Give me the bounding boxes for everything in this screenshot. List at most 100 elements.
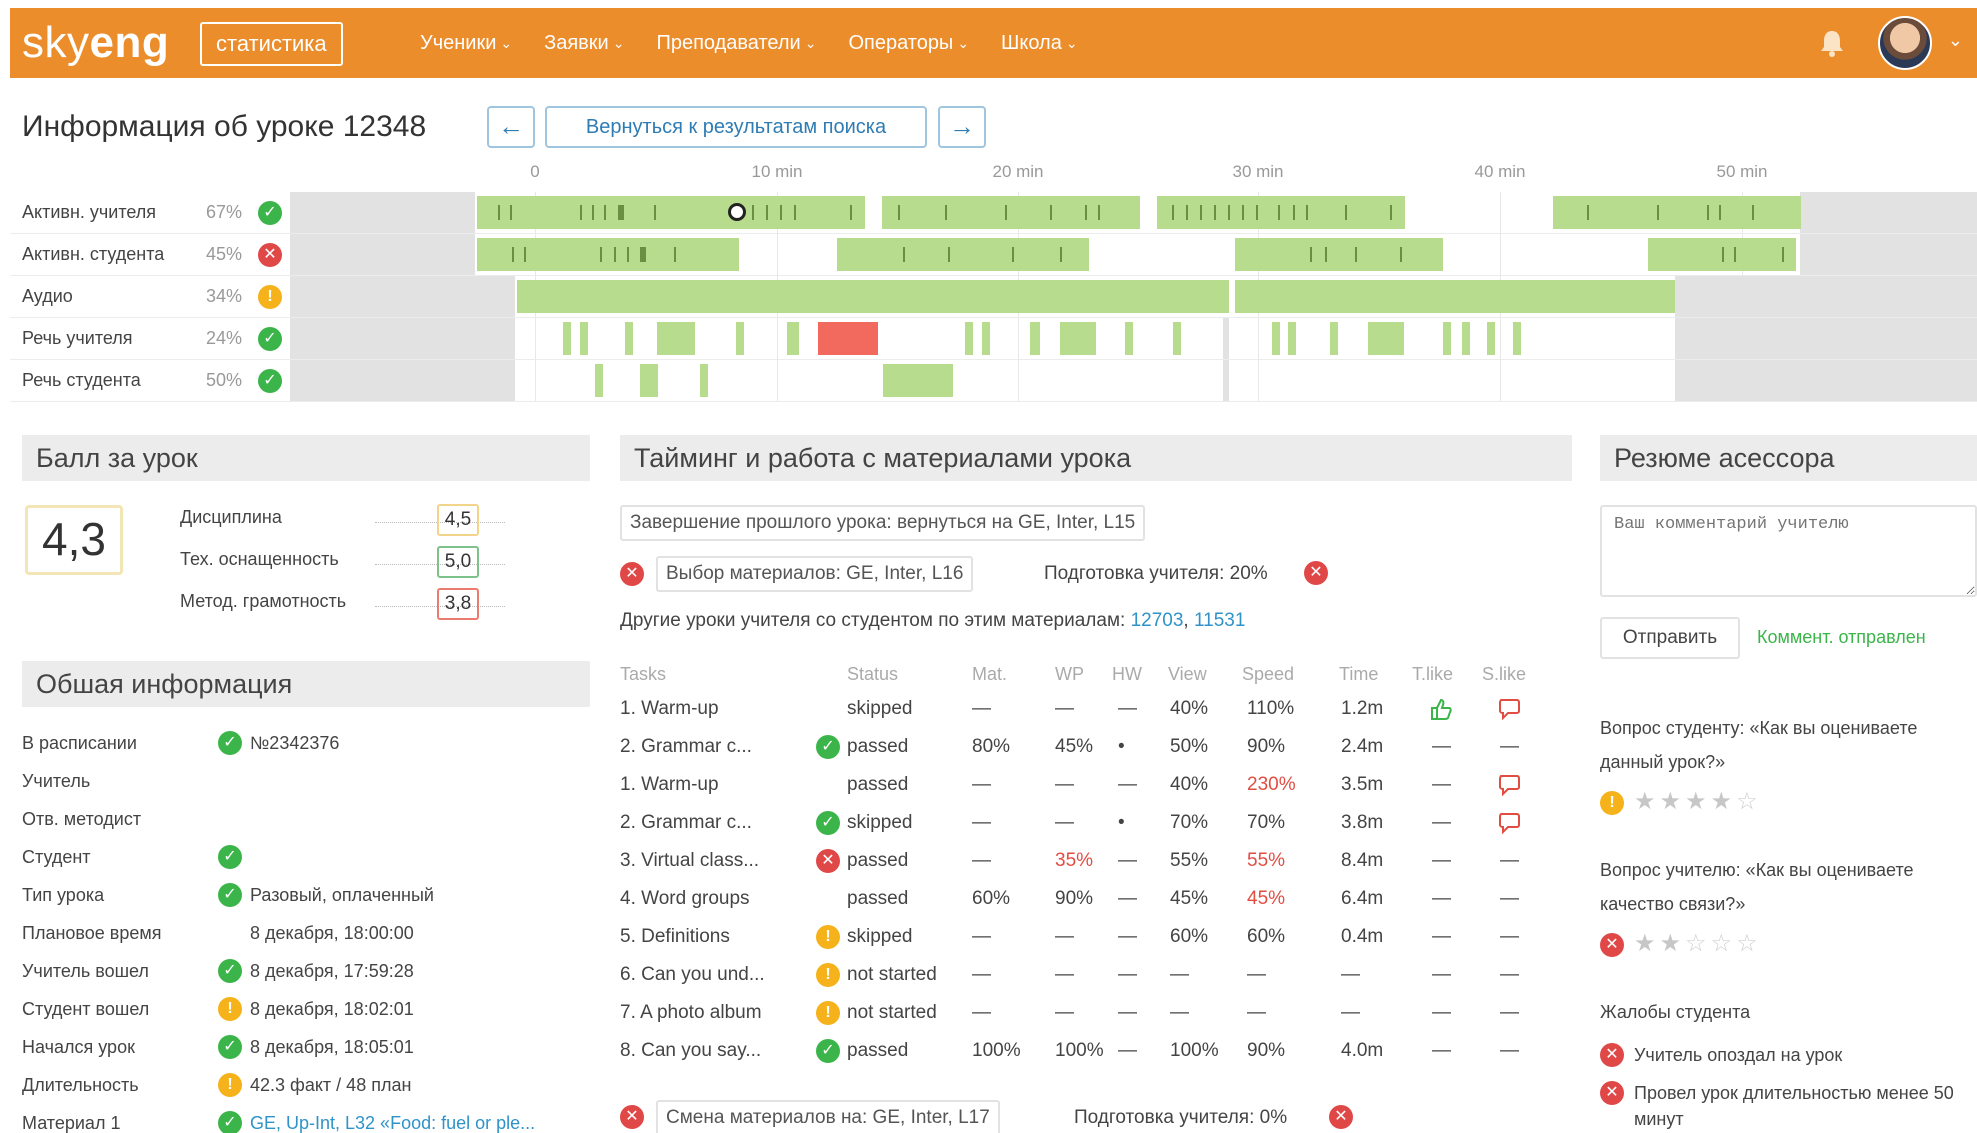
score-label: Тех. оснащенность [180, 549, 339, 569]
speech-segment[interactable] [700, 364, 708, 397]
hw-value: — [1118, 774, 1137, 795]
lesson-link[interactable]: 11531 [1194, 610, 1245, 631]
event-mark [948, 247, 950, 262]
back-to-results-button[interactable]: Вернуться к результатам поиска [545, 106, 927, 148]
speech-segment[interactable] [883, 364, 953, 397]
event-mark [654, 205, 656, 220]
speech-segment[interactable] [1288, 322, 1296, 355]
timeline-bg [1675, 360, 1977, 401]
speech-segment[interactable] [1368, 322, 1404, 355]
speech-segment[interactable] [1513, 322, 1521, 355]
speech-segment[interactable] [1060, 322, 1096, 355]
speech-bubble-dislike-icon[interactable] [1496, 772, 1522, 798]
column-header: View [1168, 664, 1207, 684]
event-mark [1293, 205, 1295, 220]
material-change-box[interactable]: Смена материалов на: GE, Inter, L17 [656, 1100, 1000, 1133]
user-avatar[interactable] [1878, 16, 1932, 70]
nav-operators[interactable]: Операторы ⌄ [848, 32, 969, 55]
speech-overlap-segment[interactable] [818, 322, 878, 355]
table-row[interactable]: 6. Can you und... not started — — — — — —! — — [620, 957, 1550, 995]
thumbs-up-icon[interactable] [1428, 696, 1454, 722]
bell-icon[interactable] [1817, 28, 1847, 58]
speech-segment[interactable] [787, 322, 799, 355]
speech-segment[interactable] [1272, 322, 1280, 355]
speech-bubble-dislike-icon[interactable] [1496, 696, 1522, 722]
row-percent: 67% [206, 202, 243, 222]
speech-segment[interactable] [595, 364, 603, 397]
info-label: Учитель вошел [22, 961, 149, 981]
activity-segment[interactable] [1553, 196, 1801, 229]
speech-segment[interactable] [625, 322, 633, 355]
lesson-link[interactable]: 12703 [1131, 610, 1184, 631]
table-row[interactable]: 1. Warm-up skipped — — — 40% 110% 1.2m [620, 691, 1550, 729]
event-mark [600, 247, 602, 262]
audio-segment[interactable] [1235, 280, 1675, 313]
table-row[interactable]: 3. Virtual class... passed — 35% — 55% 55% 8.4m… [620, 843, 1550, 881]
table-row[interactable]: 2. Grammar c... passed 80% 45% • 50% 90% 2.4m ✓ —… [620, 729, 1550, 767]
table-row[interactable]: 8. Can you say... passed 100% 100% — 100% 90% 4… [620, 1033, 1550, 1071]
nav-school[interactable]: Школа ⌄ [1001, 32, 1078, 55]
table-row[interactable]: 2. Grammar c... skipped — — • 70% 70% 3.8m ✓ — [620, 805, 1550, 843]
task-status: passed [847, 736, 909, 757]
score-panel-heading: Балл за урок [22, 435, 590, 481]
activity-segment[interactable] [882, 196, 1140, 229]
skyeng-logo[interactable]: skyeng [22, 18, 169, 68]
info-value: 8 декабря, 17:59:28 [250, 961, 414, 981]
speech-segment[interactable] [982, 322, 990, 355]
nav-teachers[interactable]: Преподаватели ⌄ [656, 32, 816, 55]
speech-segment[interactable] [736, 322, 744, 355]
teacher-prep-text: Подготовка учителя: 20% [1044, 563, 1268, 584]
table-row[interactable]: 7. A photo album not started — — — — — —! — — [620, 995, 1550, 1033]
check-icon: ✓ [816, 811, 840, 835]
table-row[interactable]: 5. Definitions skipped — — — 60% 60% 0.4m! — — [620, 919, 1550, 957]
page-title: Информация об уроке 12348 [22, 110, 427, 143]
event-mark [1200, 205, 1202, 220]
speech-segment[interactable] [580, 322, 588, 355]
speech-segment[interactable] [563, 322, 571, 355]
activity-segment[interactable] [837, 238, 1089, 271]
event-mark [1256, 205, 1258, 220]
nav-students[interactable]: Ученики ⌄ [420, 32, 512, 55]
speech-segment[interactable] [1173, 322, 1181, 355]
speech-bubble-dislike-icon[interactable] [1496, 810, 1522, 836]
material-choice-box[interactable]: Выбор материалов: GE, Inter, L16 [656, 556, 974, 592]
nav-requests[interactable]: Заявки ⌄ [544, 32, 624, 55]
activity-segment[interactable] [1157, 196, 1405, 229]
activity-segment[interactable] [477, 196, 865, 229]
playback-cursor[interactable] [728, 203, 746, 221]
speech-segment[interactable] [1330, 322, 1338, 355]
speech-segment[interactable] [1487, 322, 1495, 355]
table-row[interactable]: 4. Word groups passed 60% 90% — 45% 45% 6.4m — — [620, 881, 1550, 919]
table-row[interactable]: 1. Warm-up passed — — — 40% 230% 3.5m — [620, 767, 1550, 805]
column-header: Mat. [972, 664, 1008, 684]
comment-input[interactable] [1600, 505, 1977, 597]
material-link[interactable]: GE, Up-Int, L32 «Food: fuel or ple... [250, 1113, 535, 1133]
speech-segment[interactable] [1030, 322, 1040, 355]
complaints-label: Жалобы студента [1600, 1002, 1751, 1022]
view-value: — [1170, 1002, 1189, 1023]
mat-value: 60% [972, 888, 1011, 909]
activity-segment[interactable] [1235, 238, 1443, 271]
speech-segment[interactable] [657, 322, 695, 355]
speech-segment[interactable] [965, 322, 973, 355]
info-value: №2342376 [250, 733, 340, 753]
task-name: 8. Can you say... [620, 1040, 762, 1061]
speech-segment[interactable] [1125, 322, 1133, 355]
statistics-button[interactable]: статистика [200, 22, 343, 66]
speech-segment[interactable] [1462, 322, 1470, 355]
send-button[interactable]: Отправить [1600, 617, 1740, 659]
chevron-down-icon[interactable]: ⌄ [1948, 30, 1963, 51]
next-arrow-button[interactable]: → [938, 106, 986, 148]
score-value: 5,0 [437, 546, 479, 578]
prev-arrow-button[interactable]: ← [487, 106, 535, 148]
row-percent: 45% [206, 244, 243, 264]
event-mark [640, 247, 646, 262]
timing-panel-heading: Тайминг и работа с материалами урока [620, 435, 1572, 481]
speech-segment[interactable] [1443, 322, 1451, 355]
check-icon: ✓ [218, 883, 242, 907]
wp-value: — [1055, 964, 1074, 985]
speech-segment[interactable] [640, 364, 658, 397]
audio-segment[interactable] [517, 280, 1229, 313]
student-like: — [1500, 888, 1519, 909]
activity-segment[interactable] [477, 238, 739, 271]
